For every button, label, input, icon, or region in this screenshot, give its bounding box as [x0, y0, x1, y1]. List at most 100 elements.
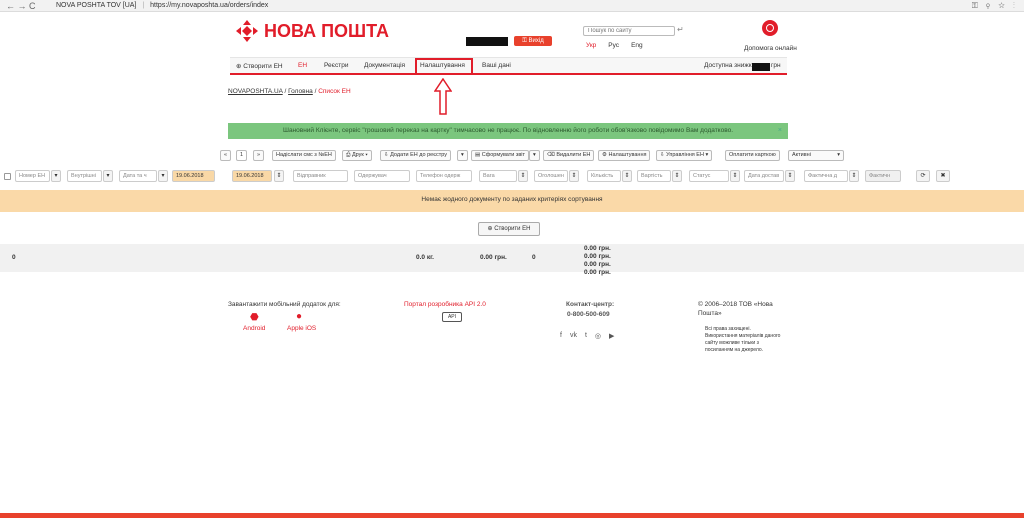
discount-label: Доступна знижка	[704, 62, 756, 69]
menu-create-en[interactable]: ⊕ Створити ЕН	[236, 62, 283, 70]
manage-en-button[interactable]: ⇩ Управління ЕН ▾	[656, 150, 713, 161]
vk-icon[interactable]: vk	[570, 332, 577, 340]
print-button[interactable]: ⎙ Друк ▾	[342, 150, 372, 161]
registry-dropdown[interactable]: ▾	[457, 150, 468, 161]
logout-button[interactable]: ⚿ Вихід	[514, 36, 552, 46]
filter-phone[interactable]: Телефон одерж	[416, 170, 472, 182]
filter-number-caret[interactable]: ▾	[51, 170, 61, 182]
filter-delivery-date-sort[interactable]: ⇕	[785, 170, 795, 182]
help-online-link[interactable]: Допомога онлайн	[744, 45, 797, 52]
pay-card-button[interactable]: Оплатити карткою	[725, 150, 780, 161]
report-dropdown[interactable]: ▾	[529, 150, 540, 161]
user-name-redacted	[466, 37, 508, 46]
api-icon[interactable]: API	[442, 312, 462, 322]
menu-en[interactable]: ЕН	[298, 62, 307, 69]
total-qty: 0	[532, 254, 536, 261]
menu-settings[interactable]: Налаштування	[420, 62, 465, 69]
filter-declared[interactable]: Оголошен	[534, 170, 568, 182]
pager-current[interactable]: 1	[236, 150, 248, 161]
total-weight: 0.0 кг.	[416, 254, 434, 261]
filter-qty[interactable]: Кількість	[587, 170, 621, 182]
filter-cost-sort[interactable]: ⇕	[672, 170, 682, 182]
filter-delivery-date[interactable]: Дата достав	[744, 170, 784, 182]
filter-actual-date-sort[interactable]: ⇕	[849, 170, 859, 182]
total-sum-2: 0.00 грн.	[584, 253, 611, 260]
logo[interactable]: НОВА ПОШТА	[236, 20, 389, 42]
browser-nav-buttons[interactable]: ← → C	[6, 0, 36, 12]
report-button[interactable]: ▤ Сформувати звіт	[471, 150, 530, 161]
breadcrumb: NOVAPOSHTA.UA / Головна / Список ЕН	[228, 88, 351, 95]
total-cost: 0.00 грн.	[480, 254, 507, 261]
filter-qty-sort[interactable]: ⇕	[622, 170, 632, 182]
url-text: https://my.novaposhta.ua/orders/index	[150, 2, 269, 9]
send-sms-button[interactable]: Надіслати смс з №ЕН	[272, 150, 336, 161]
youtube-icon[interactable]: ▶	[609, 332, 614, 340]
pager-next[interactable]: »	[253, 150, 265, 161]
total-count: 0	[12, 254, 16, 261]
pager-prev[interactable]: «	[220, 150, 232, 161]
filter-weight-sort[interactable]: ⇕	[518, 170, 528, 182]
facebook-icon[interactable]: f	[560, 332, 562, 340]
instagram-icon[interactable]: ◎	[595, 332, 601, 340]
alert-close-icon[interactable]: ×	[778, 123, 782, 139]
create-en-button[interactable]: ⊕ Створити ЕН	[478, 222, 540, 236]
android-icon[interactable]: ⬣	[250, 312, 259, 323]
android-link[interactable]: Android	[243, 325, 265, 332]
filter-declared-sort[interactable]: ⇕	[569, 170, 579, 182]
filter-date-to[interactable]: 19.06.2018	[232, 170, 272, 182]
status-filter-select[interactable]: Активні ▾	[788, 150, 844, 161]
add-to-registry-button[interactable]: ⇩ Додати ЕН до реєстру	[380, 150, 452, 161]
browser-actions[interactable]: ⚿ ⚲ ☆ ⋮	[972, 0, 1018, 12]
settings-button[interactable]: ⚙ Налаштування	[598, 150, 651, 161]
lang-eng[interactable]: Eng	[631, 42, 643, 49]
twitter-icon[interactable]: t	[585, 332, 587, 340]
filter-status[interactable]: Статус	[689, 170, 729, 182]
annotation-arrow-up-icon	[434, 78, 452, 115]
discount-value-redacted	[752, 63, 770, 71]
mobile-app-title: Завантажити мобільний додаток для:	[228, 301, 341, 308]
filter-internal[interactable]: Внутрішні	[67, 170, 102, 182]
language-switcher[interactable]: Укр Рус Eng	[586, 42, 643, 49]
select-all-checkbox[interactable]	[4, 173, 11, 180]
filter-weight[interactable]: Вага	[479, 170, 517, 182]
search-submit-icon[interactable]: ↵	[677, 25, 684, 34]
api-portal-link[interactable]: Портал розробника API 2.0	[404, 301, 486, 308]
ios-link[interactable]: Apple iOS	[287, 325, 316, 332]
browser-toolbar: ← → C NOVA POSHTA TOV [UA] | https://my.…	[0, 0, 1024, 12]
copyright: © 2006–2018 ТОВ «Нова Пошта»	[698, 301, 773, 317]
breadcrumb-root[interactable]: NOVAPOSHTA.UA	[228, 88, 283, 95]
filter-date-from[interactable]: 19.06.2018	[172, 170, 215, 182]
address-bar[interactable]: NOVA POSHTA TOV [UA] | https://my.novapo…	[56, 1, 268, 11]
breadcrumb-current: Список ЕН	[318, 88, 351, 95]
menu-documentation[interactable]: Документація	[364, 62, 405, 69]
filter-sender[interactable]: Відправник	[293, 170, 348, 182]
filter-internal-caret[interactable]: ▾	[103, 170, 113, 182]
totals-row: 0 0.0 кг. 0.00 грн. 0 0.00 грн. 0.00 грн…	[0, 244, 1024, 276]
lang-rus[interactable]: Рус	[608, 42, 619, 49]
rights-notice: Всі права захищені. Використання матеріа…	[705, 326, 781, 353]
menu-your-data[interactable]: Ваші дані	[482, 62, 511, 69]
filter-date-to-sort[interactable]: ⇕	[274, 170, 284, 182]
search-input[interactable]	[583, 26, 675, 36]
apple-icon[interactable]: ●	[296, 311, 302, 322]
lang-ukr[interactable]: Укр	[586, 42, 596, 49]
menu-registries[interactable]: Реєстри	[324, 62, 348, 69]
filter-status-sort[interactable]: ⇕	[730, 170, 740, 182]
refresh-icon[interactable]: ⟳	[916, 170, 930, 182]
delete-button[interactable]: ⌫ Видалити ЕН	[543, 150, 595, 161]
site-identity: NOVA POSHTA TOV [UA]	[56, 2, 137, 9]
filter-number[interactable]: Номер ЕН	[15, 170, 50, 182]
filter-actual-date[interactable]: Фактична д	[804, 170, 848, 182]
filter-recipient[interactable]: Одержувач	[354, 170, 410, 182]
filter-date-type[interactable]: Дата та ч	[119, 170, 157, 182]
clear-filters-icon[interactable]: ✖	[936, 170, 950, 182]
filter-date-type-caret[interactable]: ▾	[158, 170, 168, 182]
filter-cost[interactable]: Вартість	[637, 170, 671, 182]
breadcrumb-home[interactable]: Головна	[288, 88, 313, 95]
filter-actual-2[interactable]: Фактичн	[865, 170, 901, 182]
service-alert: Шановний Клієнте, сервіс "грошовий перек…	[228, 123, 788, 139]
bottom-bar	[0, 513, 1024, 518]
total-sum-3: 0.00 грн.	[584, 261, 611, 268]
help-chat-icon[interactable]	[762, 20, 778, 36]
contact-phone[interactable]: 0-800-500-609	[567, 311, 610, 318]
